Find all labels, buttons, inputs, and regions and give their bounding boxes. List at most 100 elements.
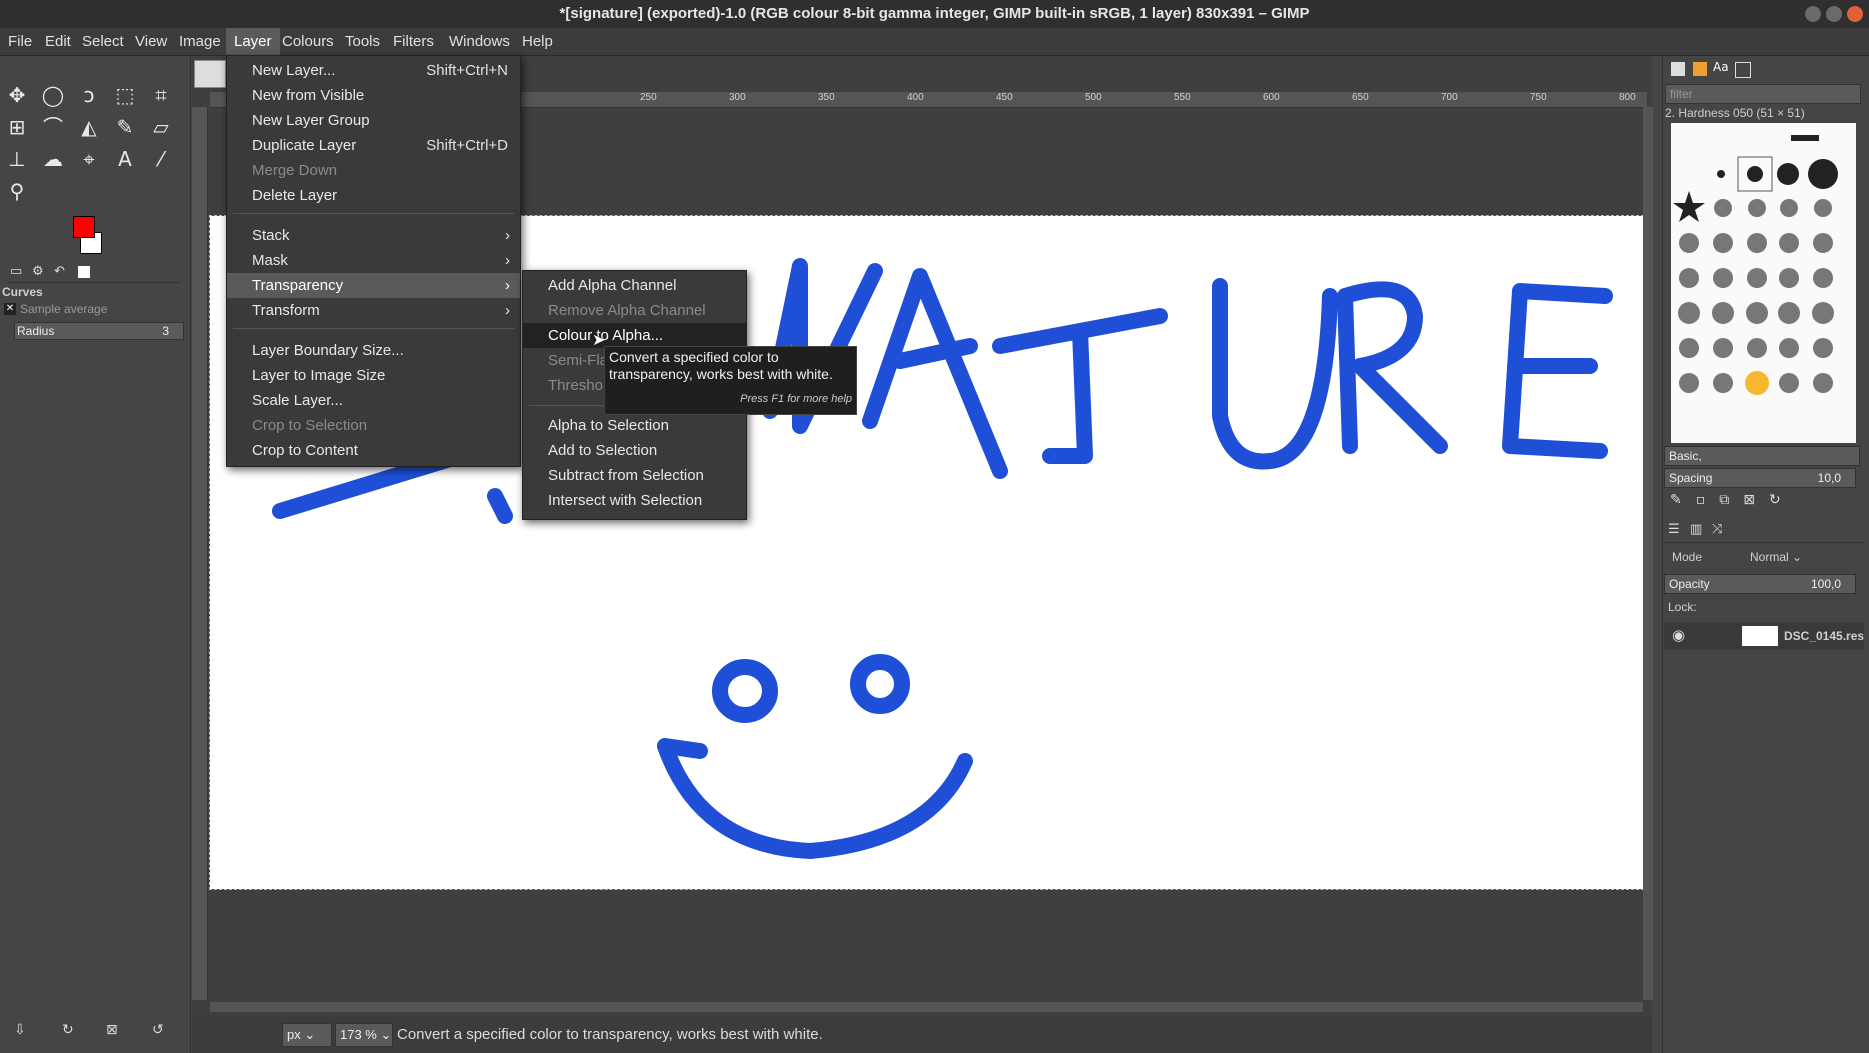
menu-item-colour-to-alpha[interactable]: Colour to Alpha... — [523, 323, 746, 348]
menu-item-transparency[interactable]: Transparency › — [227, 273, 520, 298]
ruler-label: 800 — [1619, 92, 1636, 103]
ruler-label: 600 — [1263, 92, 1280, 103]
menu-file[interactable]: File — [0, 28, 40, 55]
brushes-tab-icon[interactable] — [1671, 62, 1685, 76]
spacing-field[interactable]: Spacing 10,0 — [1664, 468, 1856, 488]
menu-item-merge-down[interactable]: Merge Down — [227, 158, 520, 183]
restore-tool-preset-icon[interactable]: ↻ — [62, 1022, 74, 1038]
image-tab-thumbnail[interactable] — [194, 60, 226, 88]
menu-item-add-to-selection[interactable]: Add to Selection — [523, 438, 746, 463]
star-brush-preview — [1673, 191, 1705, 222]
menu-item-layer-to-image-size[interactable]: Layer to Image Size — [227, 363, 520, 388]
brush-preset-select[interactable]: Basic, — [1664, 446, 1860, 466]
images-tab-icon[interactable] — [78, 266, 90, 278]
layers-tab-icon[interactable]: ☰ — [1668, 522, 1680, 537]
brush-filter-input[interactable]: filter — [1665, 84, 1861, 104]
eraser-icon[interactable]: ▱ — [148, 114, 174, 140]
reset-tool-options-icon[interactable]: ↺ — [152, 1022, 164, 1038]
menu-select[interactable]: Select — [74, 28, 132, 55]
brush-grid[interactable] — [1671, 123, 1856, 443]
menu-layer[interactable]: Layer — [226, 28, 280, 55]
visibility-eye-icon[interactable]: ◉ — [1672, 626, 1685, 644]
paths-tab-icon[interactable]: ⤨ — [1712, 522, 1722, 537]
paths-tool-icon[interactable]: ⌖ — [76, 146, 102, 172]
new-brush-icon[interactable]: ▫ — [1696, 492, 1720, 508]
tool-options-tab-icon[interactable]: ▭ — [10, 264, 22, 279]
fuzzy-select-icon[interactable]: ⬚ — [112, 82, 138, 108]
sample-average-checkbox[interactable]: ✕ — [4, 303, 16, 315]
menu-item-scale-layer[interactable]: Scale Layer... — [227, 388, 520, 413]
minimize-button[interactable] — [1805, 6, 1821, 22]
undo-history-tab-icon[interactable]: ↶ — [54, 264, 65, 279]
ellipse-select-icon[interactable]: ◯ — [40, 82, 66, 108]
menu-item-add-alpha-channel[interactable]: Add Alpha Channel — [523, 273, 746, 298]
menu-filters[interactable]: Filters — [385, 28, 442, 55]
zoom-tool-icon[interactable]: ⚲ — [4, 178, 30, 204]
menu-windows[interactable]: Windows — [441, 28, 518, 55]
menu-colours[interactable]: Colours — [274, 28, 342, 55]
opacity-field[interactable]: Opacity 100,0 — [1664, 574, 1856, 594]
text-tool-icon[interactable]: A — [112, 146, 138, 172]
duplicate-brush-icon[interactable]: ⧉ — [1719, 492, 1743, 508]
status-message: Convert a specified color to transparenc… — [397, 1026, 823, 1043]
vertical-scrollbar[interactable] — [1643, 107, 1653, 1000]
menu-item-mask[interactable]: Mask › — [227, 248, 520, 273]
move-tool-icon[interactable]: ✥ — [4, 82, 30, 108]
menu-item-duplicate-layer[interactable]: Duplicate Layer Shift+Ctrl+D — [227, 133, 520, 158]
mode-value: Normal — [1750, 550, 1789, 564]
bucket-fill-icon[interactable]: ◭ — [76, 114, 102, 140]
menu-help[interactable]: Help — [514, 28, 561, 55]
layer-row[interactable]: ◉ DSC_0145.res — [1664, 622, 1864, 650]
radius-field[interactable]: Radius 3 — [14, 322, 184, 340]
clone-tool-icon[interactable]: ⊥ — [4, 146, 30, 172]
paintbrush-icon[interactable]: ✎ — [112, 114, 138, 140]
zoom-select[interactable]: 173 % ⌄ — [335, 1023, 393, 1047]
color-picker-icon[interactable]: ⁄ — [148, 146, 174, 172]
radius-value: 3 — [162, 324, 169, 338]
menu-view[interactable]: View — [127, 28, 175, 55]
menu-item-intersect-with-selection[interactable]: Intersect with Selection — [523, 488, 746, 513]
document-history-tab-icon[interactable] — [1735, 62, 1751, 78]
foreground-color-swatch[interactable] — [73, 216, 95, 238]
mode-select[interactable]: Normal ⌄ — [1750, 550, 1802, 564]
patterns-tab-icon[interactable] — [1693, 62, 1707, 76]
channels-tab-icon[interactable]: ▥ — [1690, 522, 1702, 537]
save-tool-preset-icon[interactable]: ⇩ — [14, 1022, 26, 1038]
warp-transform-icon[interactable]: ⌒ — [40, 114, 66, 140]
menu-item-new-from-visible[interactable]: New from Visible — [227, 83, 520, 108]
close-button[interactable] — [1847, 6, 1863, 22]
menu-item-stack[interactable]: Stack › — [227, 223, 520, 248]
menu-item-delete-layer[interactable]: Delete Layer — [227, 183, 520, 208]
brush-preview — [1813, 373, 1833, 393]
brush-preview — [1747, 233, 1767, 253]
edit-brush-icon[interactable]: ✎ — [1670, 492, 1696, 508]
menu-tools[interactable]: Tools — [337, 28, 388, 55]
menu-item-alpha-to-selection[interactable]: Alpha to Selection — [523, 413, 746, 438]
menu-item-remove-alpha-channel[interactable]: Remove Alpha Channel — [523, 298, 746, 323]
menu-item-new-layer[interactable]: New Layer... Shift+Ctrl+N — [227, 58, 520, 83]
brush-preview — [1679, 338, 1699, 358]
menu-item-new-layer-group[interactable]: New Layer Group — [227, 108, 520, 133]
menu-image[interactable]: Image — [171, 28, 229, 55]
menu-item-transform[interactable]: Transform › — [227, 298, 520, 323]
smiley-right-eye — [850, 654, 910, 714]
horizontal-scrollbar[interactable] — [210, 1002, 1643, 1012]
smudge-tool-icon[interactable]: ☁ — [40, 146, 66, 172]
delete-brush-icon[interactable]: ⊠ — [1743, 492, 1769, 508]
unit-select[interactable]: px ⌄ — [282, 1023, 332, 1047]
fonts-tab-icon[interactable]: Aa — [1713, 60, 1729, 74]
refresh-brushes-icon[interactable]: ↻ — [1769, 492, 1795, 508]
menu-item-subtract-from-selection[interactable]: Subtract from Selection — [523, 463, 746, 488]
crop-tool-icon[interactable]: ⌗ — [148, 82, 174, 108]
maximize-button[interactable] — [1826, 6, 1842, 22]
menu-edit[interactable]: Edit — [37, 28, 79, 55]
delete-tool-preset-icon[interactable]: ⊠ — [106, 1022, 118, 1038]
menu-item-layer-boundary-size[interactable]: Layer Boundary Size... — [227, 338, 520, 363]
device-status-tab-icon[interactable]: ⚙ — [32, 264, 44, 279]
free-select-icon[interactable]: ↄ — [76, 82, 102, 108]
unified-transform-icon[interactable]: ⊞ — [4, 114, 30, 140]
layer-menu: New Layer... Shift+Ctrl+N New from Visibl… — [226, 55, 521, 467]
ruler-label: 250 — [640, 92, 657, 103]
menu-item-crop-to-selection[interactable]: Crop to Selection — [227, 413, 520, 438]
menu-item-crop-to-content[interactable]: Crop to Content — [227, 438, 520, 463]
